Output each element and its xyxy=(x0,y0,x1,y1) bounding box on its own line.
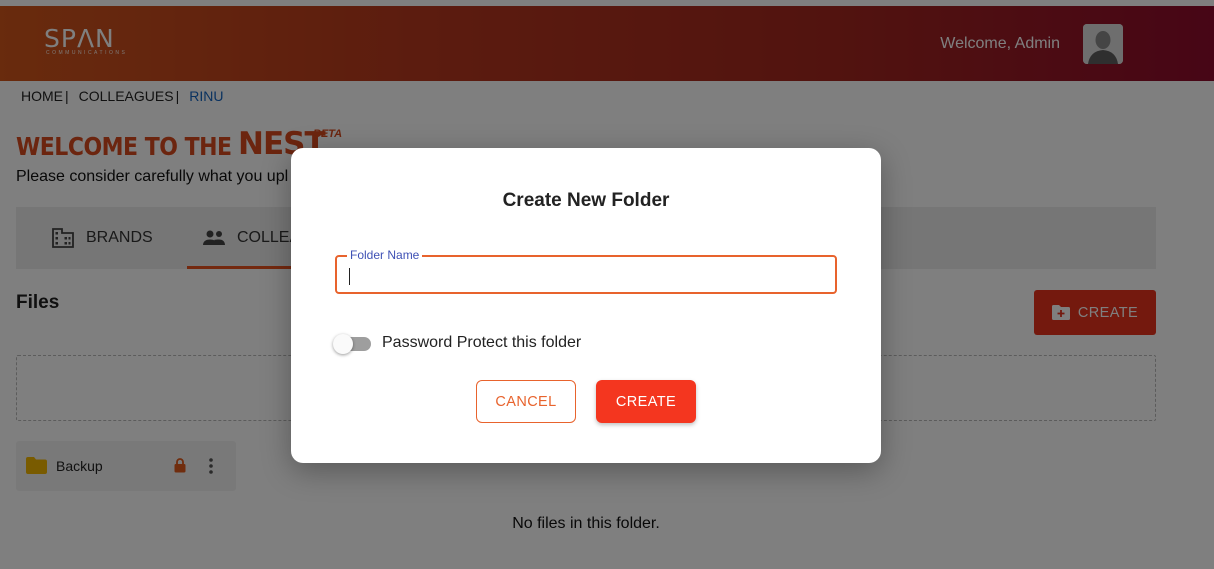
create-folder-dialog: Create New Folder Folder Name Password P… xyxy=(291,148,881,463)
folder-name-input[interactable] xyxy=(347,265,827,287)
toggle-thumb xyxy=(333,334,353,354)
password-protect-toggle[interactable] xyxy=(333,334,371,354)
cancel-button[interactable]: CANCEL xyxy=(476,380,576,423)
text-caret xyxy=(349,268,350,285)
folder-name-label: Folder Name xyxy=(347,248,423,262)
dialog-title: Create New Folder xyxy=(502,190,670,211)
password-protect-label: Password Protect this folder xyxy=(382,334,582,351)
dialog-create-button[interactable]: CREATE xyxy=(596,380,696,423)
folder-name-field: Folder Name xyxy=(335,248,837,294)
